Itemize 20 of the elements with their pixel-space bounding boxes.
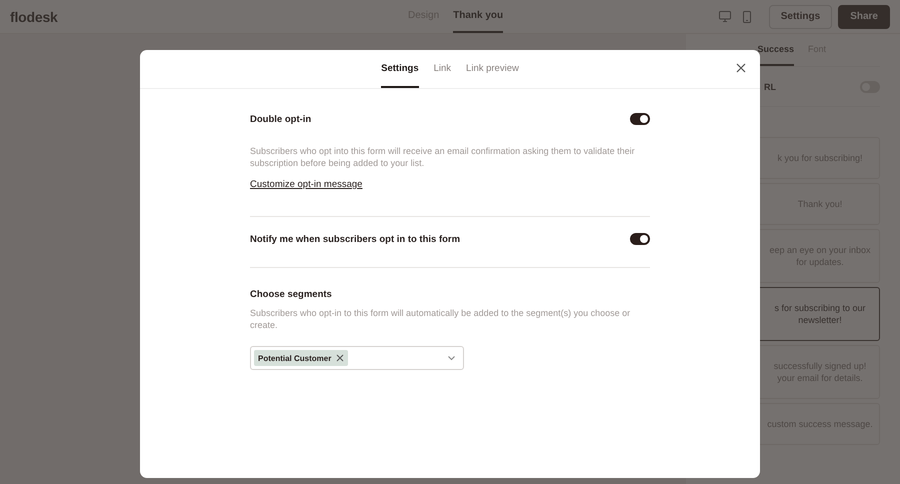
customize-link[interactable]: Customize opt-in message [250,179,362,190]
setting-label: RL [764,82,776,92]
message-text: newsletter! [798,314,842,326]
segment-tag: Potential Customer [254,350,348,366]
remove-icon[interactable] [336,354,344,362]
dialog-tab[interactable]: Settings [381,50,419,88]
toggle-switch[interactable] [630,233,650,245]
section-title: Double opt-in [250,114,312,124]
section-description: Subscribers who opt-in to this form will automatically be added to the segment(s) you choose or create. [250,307,632,331]
message-text: s for subscribing to our [774,302,866,314]
close-icon[interactable] [736,63,746,73]
section-title: Choose segments [250,289,332,300]
logo: flodesk [10,8,59,24]
section-description: Subscribers who opt into this form will receive an email confirmation asking them to validate their subscription before being added to your list. [250,145,636,169]
dialog-tab[interactable]: Link preview [466,50,519,88]
section-title: Notify me when subscribers opt in to this form [250,234,460,244]
toggle-switch[interactable] [630,113,650,125]
segment-select[interactable]: Potential Customer [250,346,464,370]
chevron-icon [448,356,455,360]
dialog-tab[interactable]: Link [434,50,452,88]
